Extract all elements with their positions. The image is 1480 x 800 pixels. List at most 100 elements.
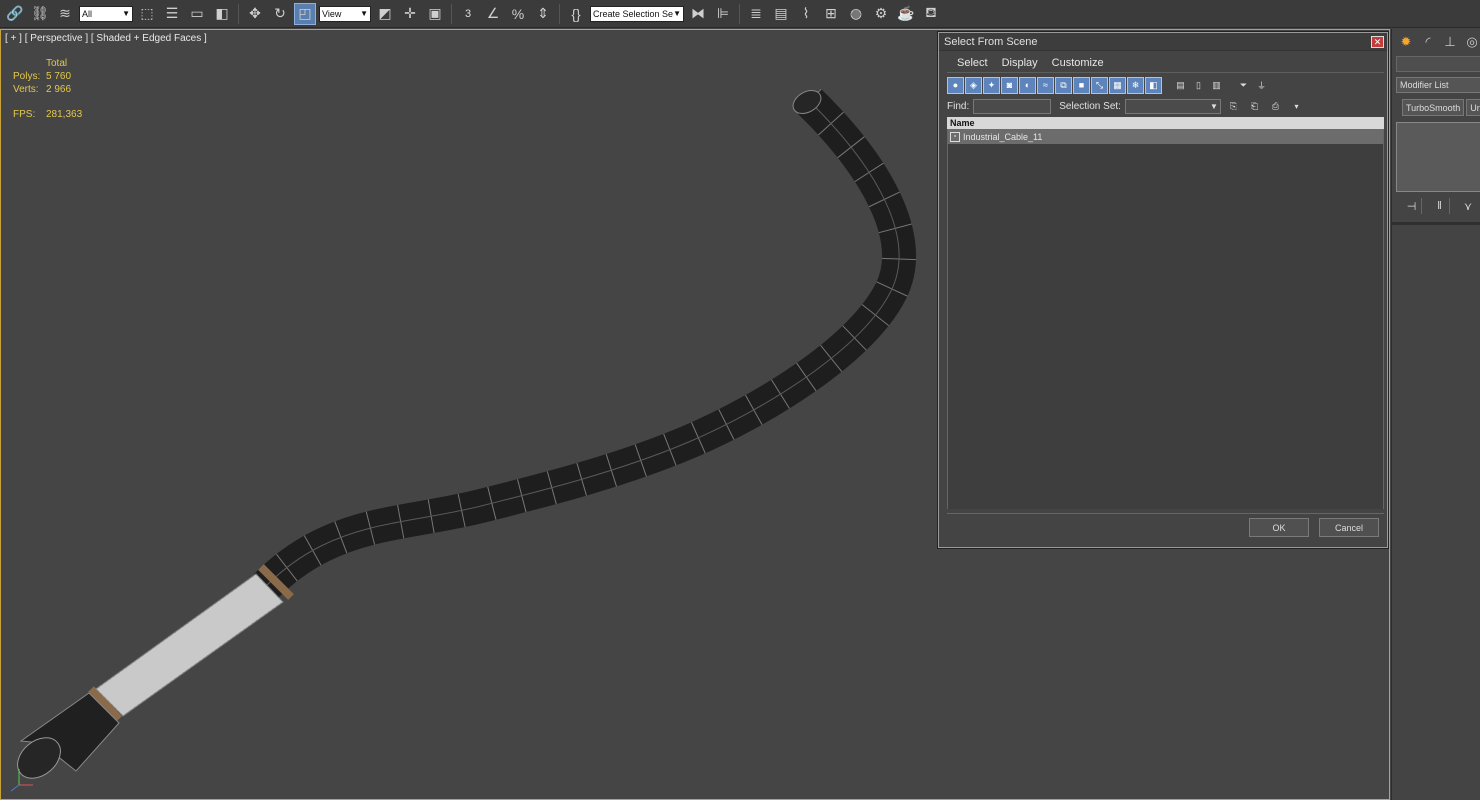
named-selection-placeholder: Create Selection Se: [593, 8, 674, 19]
rectangular-selection-icon[interactable]: ▭: [186, 3, 208, 25]
pin-stack-icon[interactable]: ⊣: [1402, 198, 1422, 214]
display-spacewarps-icon[interactable]: ≈: [1037, 76, 1054, 94]
unlink-icon[interactable]: ⛓: [29, 3, 51, 25]
display-cameras-icon[interactable]: ◙: [1001, 76, 1018, 94]
stats-header: Total: [46, 58, 68, 69]
select-object-icon[interactable]: ⬚: [136, 3, 158, 25]
make-unique-icon[interactable]: ⋎: [1458, 198, 1478, 214]
list-item[interactable]: ▫ Industrial_Cable_11: [948, 129, 1383, 144]
display-lights-icon[interactable]: ✦: [983, 76, 1000, 94]
modifier-buttons: TurboSmooth Unw: [1402, 99, 1480, 116]
modifier-list-dropdown[interactable]: Modifier List: [1396, 77, 1480, 93]
pivot-center-icon[interactable]: ◩: [374, 3, 396, 25]
selection-set-dropdown[interactable]: ▼: [1124, 98, 1221, 114]
add-to-selection-set-icon[interactable]: ⎗: [1246, 98, 1263, 115]
show-end-result-icon[interactable]: ‖: [1430, 198, 1450, 214]
dialog-menu-bar: Select Display Customize: [947, 53, 1384, 73]
select-from-scene-dialog: Select From Scene ✕ Select Display Custo…: [938, 32, 1388, 548]
ok-button[interactable]: OK: [1249, 518, 1309, 537]
axis-gizmo-icon: [10, 769, 33, 792]
stats-fps-value: 281,363: [46, 109, 83, 120]
toolbar-divider: [238, 3, 239, 24]
bind-spacewarp-icon[interactable]: ≋: [54, 3, 76, 25]
toolbar-divider: [451, 3, 452, 24]
layer-manager-icon[interactable]: ≣: [745, 3, 767, 25]
cancel-button[interactable]: Cancel: [1319, 518, 1379, 537]
command-panel: ✹ ◜ ⊥ ◎ Modifier List TurboSmooth Unw ⊣ …: [1391, 29, 1480, 800]
display-invert-icon[interactable]: ▥: [1208, 77, 1225, 94]
display-groups-icon[interactable]: ⧉: [1055, 76, 1072, 94]
display-none-icon[interactable]: ▯: [1190, 77, 1207, 94]
hierarchy-tab-icon[interactable]: ⊥: [1442, 34, 1458, 50]
stack-tools: ⊣ ‖ ⋎: [1402, 198, 1478, 214]
menu-select[interactable]: Select: [957, 57, 988, 69]
scene-explorer-icon[interactable]: ▤: [770, 3, 792, 25]
keyboard-shortcut-icon[interactable]: ▣: [424, 3, 446, 25]
display-bones-icon[interactable]: ⤡: [1091, 76, 1108, 94]
select-manipulate-icon[interactable]: ✛: [399, 3, 421, 25]
render-setup-icon[interactable]: ⚙: [870, 3, 892, 25]
modifier-stack[interactable]: [1396, 122, 1480, 192]
link-icon[interactable]: 🔗: [4, 3, 26, 25]
selection-filter-dropdown[interactable]: All ▼: [79, 5, 133, 22]
display-frozen-icon[interactable]: ❄: [1127, 76, 1144, 94]
display-shapes-icon[interactable]: ◈: [965, 76, 982, 94]
snap-label: 3: [464, 7, 472, 20]
selection-filter-value: All: [82, 8, 93, 19]
viewport-label[interactable]: [ + ] [ Perspective ] [ Shaded + Edged F…: [5, 33, 207, 44]
column-header-name[interactable]: Name: [947, 117, 1384, 129]
render-production-icon[interactable]: ⛾: [920, 3, 942, 25]
stats-polys-value: 5 760: [46, 71, 72, 82]
angle-snap-icon[interactable]: ∠: [482, 3, 504, 25]
turbosmooth-button[interactable]: TurboSmooth: [1402, 99, 1465, 116]
percent-snap-icon[interactable]: %: [507, 3, 529, 25]
display-helpers-icon[interactable]: ◐: [1019, 76, 1036, 94]
edit-named-selection-icon[interactable]: {}: [565, 3, 587, 25]
mesh-sleeve: [95, 573, 284, 717]
snap-toggle-icon[interactable]: 3: [457, 3, 479, 25]
filter-options-icon[interactable]: ⏚: [1253, 77, 1270, 94]
mirror-icon[interactable]: ⧓: [687, 3, 709, 25]
find-input[interactable]: [973, 98, 1052, 114]
spinner-snap-icon[interactable]: ⇕: [532, 3, 554, 25]
rotate-icon[interactable]: ↻: [269, 3, 291, 25]
main-toolbar: 🔗 ⛓ ≋ All ▼ ⬚ ☰ ▭ ◧ ✥ ↻ ◰ View ▼ ◩ ✛ ▣ 3 ∠…: [0, 0, 1480, 28]
schematic-view-icon[interactable]: ⊞: [820, 3, 842, 25]
select-by-name-icon[interactable]: ☰: [161, 3, 183, 25]
align-icon[interactable]: ⊫: [712, 3, 734, 25]
menu-customize[interactable]: Customize: [1052, 57, 1104, 69]
object-name-field[interactable]: [1396, 56, 1480, 72]
stats-verts-value: 2 966: [46, 84, 72, 95]
toolbar-divider: [739, 3, 740, 24]
scale-icon[interactable]: ◰: [294, 2, 316, 25]
create-selection-set-icon[interactable]: ⎘: [1225, 98, 1242, 115]
rendered-frame-icon[interactable]: ☕: [895, 3, 917, 25]
display-hidden-icon[interactable]: ◧: [1145, 76, 1162, 94]
display-containers-icon[interactable]: ▦: [1109, 76, 1126, 94]
expand-toolbar-icon[interactable]: ▾: [1288, 98, 1305, 115]
menu-display[interactable]: Display: [1002, 57, 1038, 69]
dialog-title-bar[interactable]: Select From Scene: [939, 33, 1387, 51]
window-crossing-icon[interactable]: ◧: [211, 3, 233, 25]
remove-from-selection-set-icon[interactable]: ⎙: [1267, 98, 1284, 115]
display-xrefs-icon[interactable]: ■: [1073, 76, 1090, 94]
motion-tab-icon[interactable]: ◎: [1464, 34, 1480, 50]
toolbar-divider: [559, 3, 560, 24]
create-tab-icon[interactable]: ✹: [1398, 34, 1414, 50]
stats-polys-label: Polys:: [13, 71, 41, 82]
filter-icon[interactable]: ⏷: [1235, 77, 1252, 94]
chevron-down-icon: ▼: [122, 9, 130, 18]
object-list[interactable]: ▫ Industrial_Cable_11: [947, 129, 1384, 509]
unwrap-button[interactable]: Unw: [1466, 99, 1480, 116]
curve-editor-icon[interactable]: ⌇: [795, 3, 817, 25]
modify-tab-icon[interactable]: ◜: [1420, 34, 1436, 50]
named-selection-dropdown[interactable]: Create Selection Se ▼: [590, 5, 684, 22]
chevron-down-icon: ▼: [1210, 101, 1218, 111]
move-icon[interactable]: ✥: [244, 3, 266, 25]
display-geometry-icon[interactable]: ●: [947, 76, 964, 94]
reference-coordinate-value: View: [322, 8, 342, 19]
material-editor-icon[interactable]: ◍: [845, 3, 867, 25]
close-icon[interactable]: ✕: [1371, 36, 1384, 48]
display-all-icon[interactable]: ▤: [1172, 77, 1189, 94]
reference-coordinate-dropdown[interactable]: View ▼: [319, 5, 371, 22]
